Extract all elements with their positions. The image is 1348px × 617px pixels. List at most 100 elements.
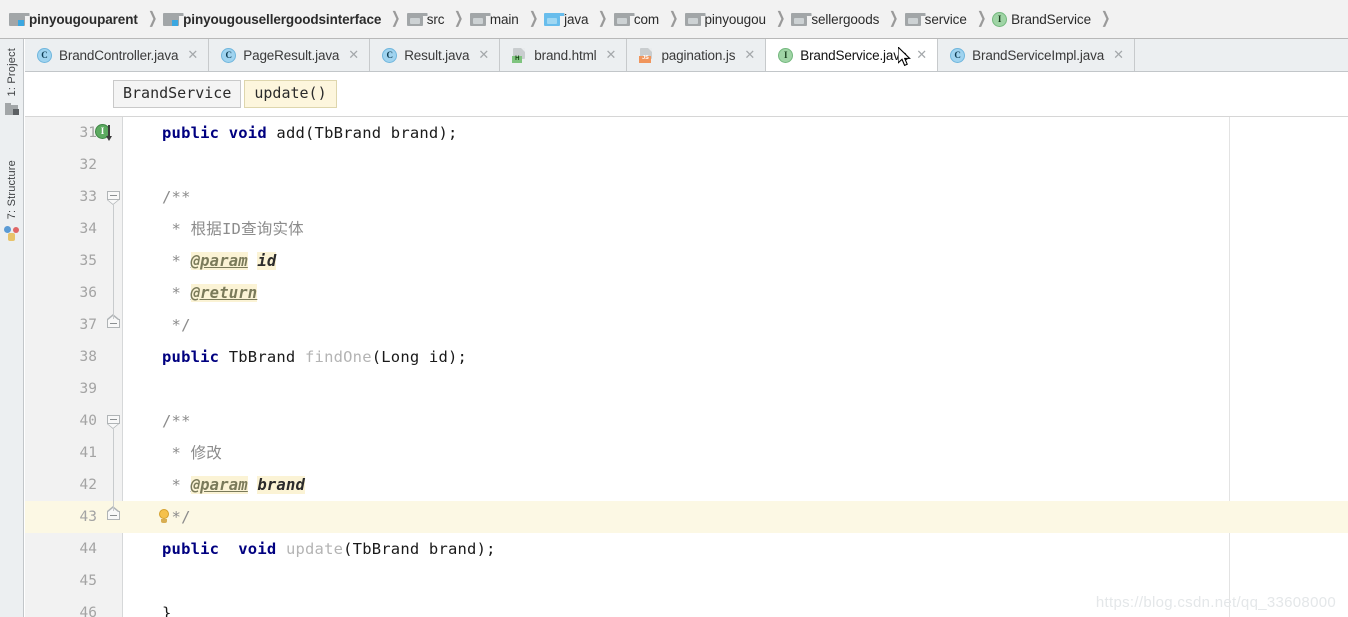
folder-icon: [791, 12, 813, 26]
code-line[interactable]: 40 /**: [25, 405, 1348, 437]
code-text: * 根据ID查询实体: [162, 220, 304, 238]
editor-tab-label: BrandService.java: [800, 47, 908, 63]
breadcrumb-item-label: pinyougousellergoodsinterface: [183, 11, 382, 27]
code-text: * @param id: [162, 252, 277, 270]
line-number: 37: [79, 317, 97, 333]
code-line[interactable]: 45: [25, 565, 1348, 597]
code-text: /**: [162, 188, 191, 206]
code-line[interactable]: 36 * @return: [25, 277, 1348, 309]
line-number: 38: [79, 349, 97, 365]
code-fold-end-icon[interactable]: [107, 314, 120, 332]
code-line[interactable]: 34 * 根据ID查询实体: [25, 213, 1348, 245]
close-icon[interactable]: ✕: [914, 48, 929, 63]
line-number: 32: [79, 157, 97, 173]
editor-tab-result-java[interactable]: C Result.java ✕: [370, 39, 501, 71]
code-text: public void update(TbBrand brand);: [162, 540, 496, 558]
breadcrumb-item-main[interactable]: main: [469, 0, 524, 39]
editor-tab-pagination-js[interactable]: JS pagination.js ✕: [627, 39, 767, 71]
code-line[interactable]: 38 public TbBrand findOne(Long id);: [25, 341, 1348, 373]
code-line[interactable]: 33 /**: [25, 181, 1348, 213]
breadcrumb-item-brandservice[interactable]: I BrandService: [991, 0, 1096, 39]
folder-icon: [613, 12, 635, 26]
close-icon[interactable]: ✕: [604, 48, 619, 63]
code-line[interactable]: 39: [25, 373, 1348, 405]
interface-icon: I: [778, 47, 794, 63]
breadcrumb-separator-icon: ❯: [775, 10, 786, 27]
line-number: 36: [79, 285, 97, 301]
breadcrumb-item-pinyougouparent[interactable]: pinyougouparent: [8, 0, 143, 39]
breadcrumb-separator-icon: ❯: [976, 10, 987, 27]
editor-tab-label: BrandServiceImpl.java: [972, 47, 1105, 63]
fold-region-line: [113, 205, 114, 319]
breadcrumb-item-java[interactable]: java: [543, 0, 593, 39]
code-line[interactable]: 43 */: [25, 501, 1348, 533]
code-line[interactable]: 37 */: [25, 309, 1348, 341]
sidebar-item-structure[interactable]: 7: Structure: [0, 157, 24, 242]
folder-icon: [904, 12, 926, 26]
breadcrumb-navigation-bar: pinyougouparent ❯ pinyougousellergoodsinte…: [0, 0, 1348, 39]
code-text: */: [162, 316, 191, 334]
line-number: 45: [79, 573, 97, 589]
code-line[interactable]: 31 Ipublic void add(TbBrand brand);: [25, 117, 1348, 149]
member-breadcrumb: BrandService update(): [25, 72, 1348, 117]
ide-window: pinyougouparent ❯ pinyougousellergoodsinte…: [0, 0, 1348, 617]
code-fold-start-icon[interactable]: [107, 415, 120, 429]
breadcrumb-item-label: pinyougouparent: [29, 11, 138, 27]
breadcrumb-item-pinyougou[interactable]: pinyougou: [684, 0, 771, 39]
module-icon: [9, 12, 30, 26]
close-icon[interactable]: ✕: [742, 48, 757, 63]
editor-tab-pageresult-java[interactable]: C PageResult.java ✕: [209, 39, 371, 71]
breadcrumb-separator-icon: ❯: [147, 10, 158, 27]
breadcrumb-separator-icon: ❯: [889, 10, 899, 27]
sidebar-item-project-label: 1: Project: [6, 48, 18, 97]
close-icon[interactable]: ✕: [185, 48, 200, 63]
code-fold-end-icon[interactable]: [107, 506, 120, 524]
editor-tab-brand-html[interactable]: Hbrand.html ✕: [500, 39, 628, 71]
fold-region-line: [113, 429, 114, 511]
breadcrumb-item-sellergoods[interactable]: sellergoods: [790, 0, 884, 39]
code-line[interactable]: 42 * @param brand: [25, 469, 1348, 501]
editor-tab-label: brand.html: [534, 47, 597, 63]
breadcrumb-class[interactable]: BrandService: [113, 79, 242, 109]
sidebar-item-project[interactable]: 1: Project: [0, 45, 24, 116]
editor-tab-label: pagination.js: [661, 47, 736, 63]
code-line[interactable]: 41 * 修改: [25, 437, 1348, 469]
breadcrumb-item-service[interactable]: service: [904, 0, 972, 39]
close-icon[interactable]: ✕: [476, 48, 491, 63]
breadcrumb-separator-icon: ❯: [598, 10, 608, 27]
code-text: */: [162, 508, 191, 526]
breadcrumb-item-com[interactable]: com: [613, 0, 664, 39]
folder-icon: [684, 12, 706, 26]
code-line[interactable]: 44 public void update(TbBrand brand);: [25, 533, 1348, 565]
breadcrumb-separator-icon: ❯: [669, 10, 679, 27]
breadcrumb-method[interactable]: update(): [244, 79, 337, 109]
line-number: 39: [79, 381, 97, 397]
close-icon[interactable]: ✕: [346, 48, 361, 63]
code-text: public void add(TbBrand brand);: [162, 124, 458, 142]
editor-tab-brandservice-java[interactable]: I BrandService.java ✕: [766, 39, 939, 71]
editor-tab-brandserviceimpl-java[interactable]: C BrandServiceImpl.java ✕: [938, 39, 1135, 71]
code-editor[interactable]: 31 Ipublic void add(TbBrand brand); 32 33 /*…: [25, 117, 1348, 617]
code-fold-start-icon[interactable]: [107, 191, 120, 205]
line-number: 42: [79, 477, 97, 493]
breadcrumb-item-label: BrandService: [1011, 11, 1091, 27]
editor-tab-brandcontroller-java[interactable]: C BrandController.java ✕: [25, 39, 210, 71]
breadcrumb-item-pinyougousellergoodsinterface[interactable]: pinyougousellergoodsinterface: [162, 0, 386, 39]
editor-tab-label: Result.java: [404, 47, 470, 63]
breadcrumb-separator-icon: ❯: [454, 10, 464, 27]
left-tool-window-stripe: 1: Project 7: Structure: [0, 39, 24, 617]
implementation-marker-icon[interactable]: I: [95, 124, 112, 141]
code-line[interactable]: 35 * @param id: [25, 245, 1348, 277]
code-line[interactable]: 46}: [25, 597, 1348, 617]
class-icon: C: [37, 47, 52, 63]
close-icon[interactable]: ✕: [1111, 48, 1126, 63]
line-number: 34: [79, 221, 97, 237]
code-line[interactable]: 32: [25, 149, 1348, 181]
line-number: 31: [79, 125, 97, 141]
code-text: * 修改: [162, 444, 222, 462]
breadcrumb-separator-icon: ❯: [528, 10, 539, 27]
breadcrumb-item-src[interactable]: src: [406, 0, 450, 39]
class-icon: C: [221, 47, 237, 63]
line-number: 46: [79, 605, 97, 617]
editor-tab-label: PageResult.java: [243, 47, 340, 63]
